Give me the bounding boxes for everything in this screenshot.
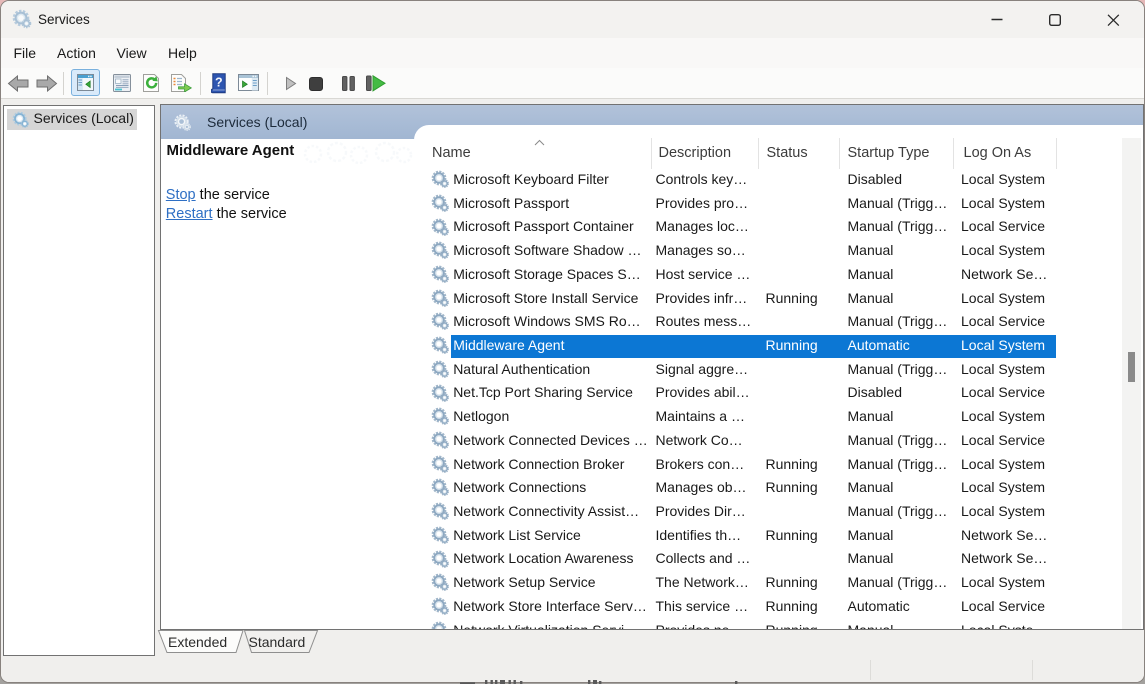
svg-text:?: ? [214,76,222,90]
